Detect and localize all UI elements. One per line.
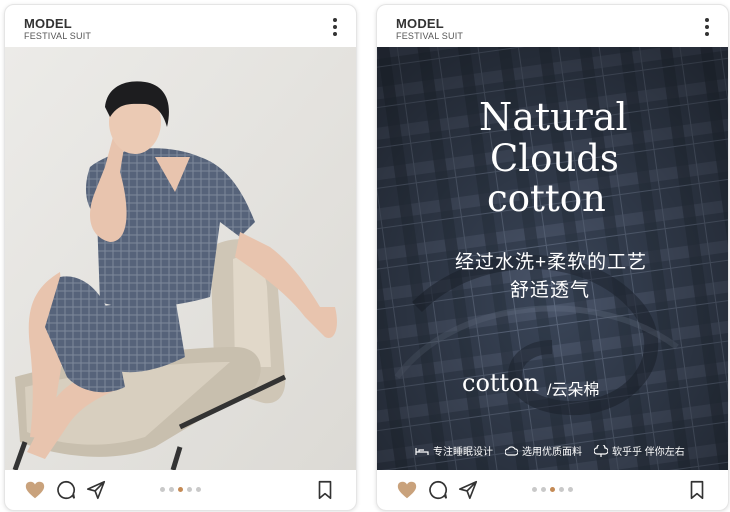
carousel-indicator [532,487,573,493]
carousel-dot[interactable] [196,487,201,492]
cloud-soft-icon [594,444,608,457]
cotton-cn-label: /云朵棉 [547,382,600,399]
post-card-1: MODEL FESTIVAL SUIT [4,4,357,511]
bookmark-icon[interactable] [686,479,708,501]
feature-label: 软乎乎 伴你左右 [612,447,685,458]
carousel-dot[interactable] [169,487,174,492]
feature-soft: 软乎乎 伴你左右 [594,443,685,458]
carousel-dot-active[interactable] [550,487,555,492]
post-subtitle: FESTIVAL SUIT [24,31,92,41]
post-card-2: MODEL FESTIVAL SUIT Natural Clouds cotto… [376,4,729,511]
post-actions [5,470,356,510]
feature-fabric: 选用优质面料 [505,443,582,458]
post-subtitle: FESTIVAL SUIT [396,31,464,41]
caption-line-2: 舒适透气 [510,280,591,301]
carousel-dot[interactable] [532,487,537,492]
heart-icon[interactable] [24,479,46,501]
post-header: MODEL FESTIVAL SUIT [5,5,356,47]
more-vertical-icon[interactable] [704,18,710,36]
more-vertical-icon[interactable] [332,18,338,36]
caption-line-1: 经过水洗+柔软的工艺 [455,252,648,273]
carousel-dot-active[interactable] [178,487,183,492]
post-image-fabric[interactable]: Natural Clouds cotton 经过水洗+柔软的工艺 舒适透气 co… [377,47,728,470]
post-title: MODEL [396,16,444,31]
carousel-dot[interactable] [568,487,573,492]
post-actions [377,470,728,510]
headline-clouds: Clouds [490,137,619,180]
headline-cotton: cotton [487,177,606,220]
comment-icon[interactable] [427,479,449,501]
carousel-dot[interactable] [187,487,192,492]
feature-label: 选用优质面料 [522,447,582,458]
carousel-indicator [160,487,201,493]
feature-sleep-design: 专注睡眠设计 [415,443,493,458]
comment-icon[interactable] [55,479,77,501]
carousel-dot[interactable] [541,487,546,492]
post-title: MODEL [24,16,72,31]
post-image-model[interactable] [5,47,356,470]
heart-icon[interactable] [396,479,418,501]
bed-icon [415,447,429,455]
cloud-icon [505,445,518,456]
cotton-label: cotton [462,369,540,397]
send-icon[interactable] [85,479,107,501]
carousel-dot[interactable] [160,487,165,492]
headline-natural: Natural [479,95,628,139]
send-icon[interactable] [457,479,479,501]
carousel-dot[interactable] [559,487,564,492]
bookmark-icon[interactable] [314,479,336,501]
post-header: MODEL FESTIVAL SUIT [377,5,728,47]
feature-label: 专注睡眠设计 [433,447,493,458]
